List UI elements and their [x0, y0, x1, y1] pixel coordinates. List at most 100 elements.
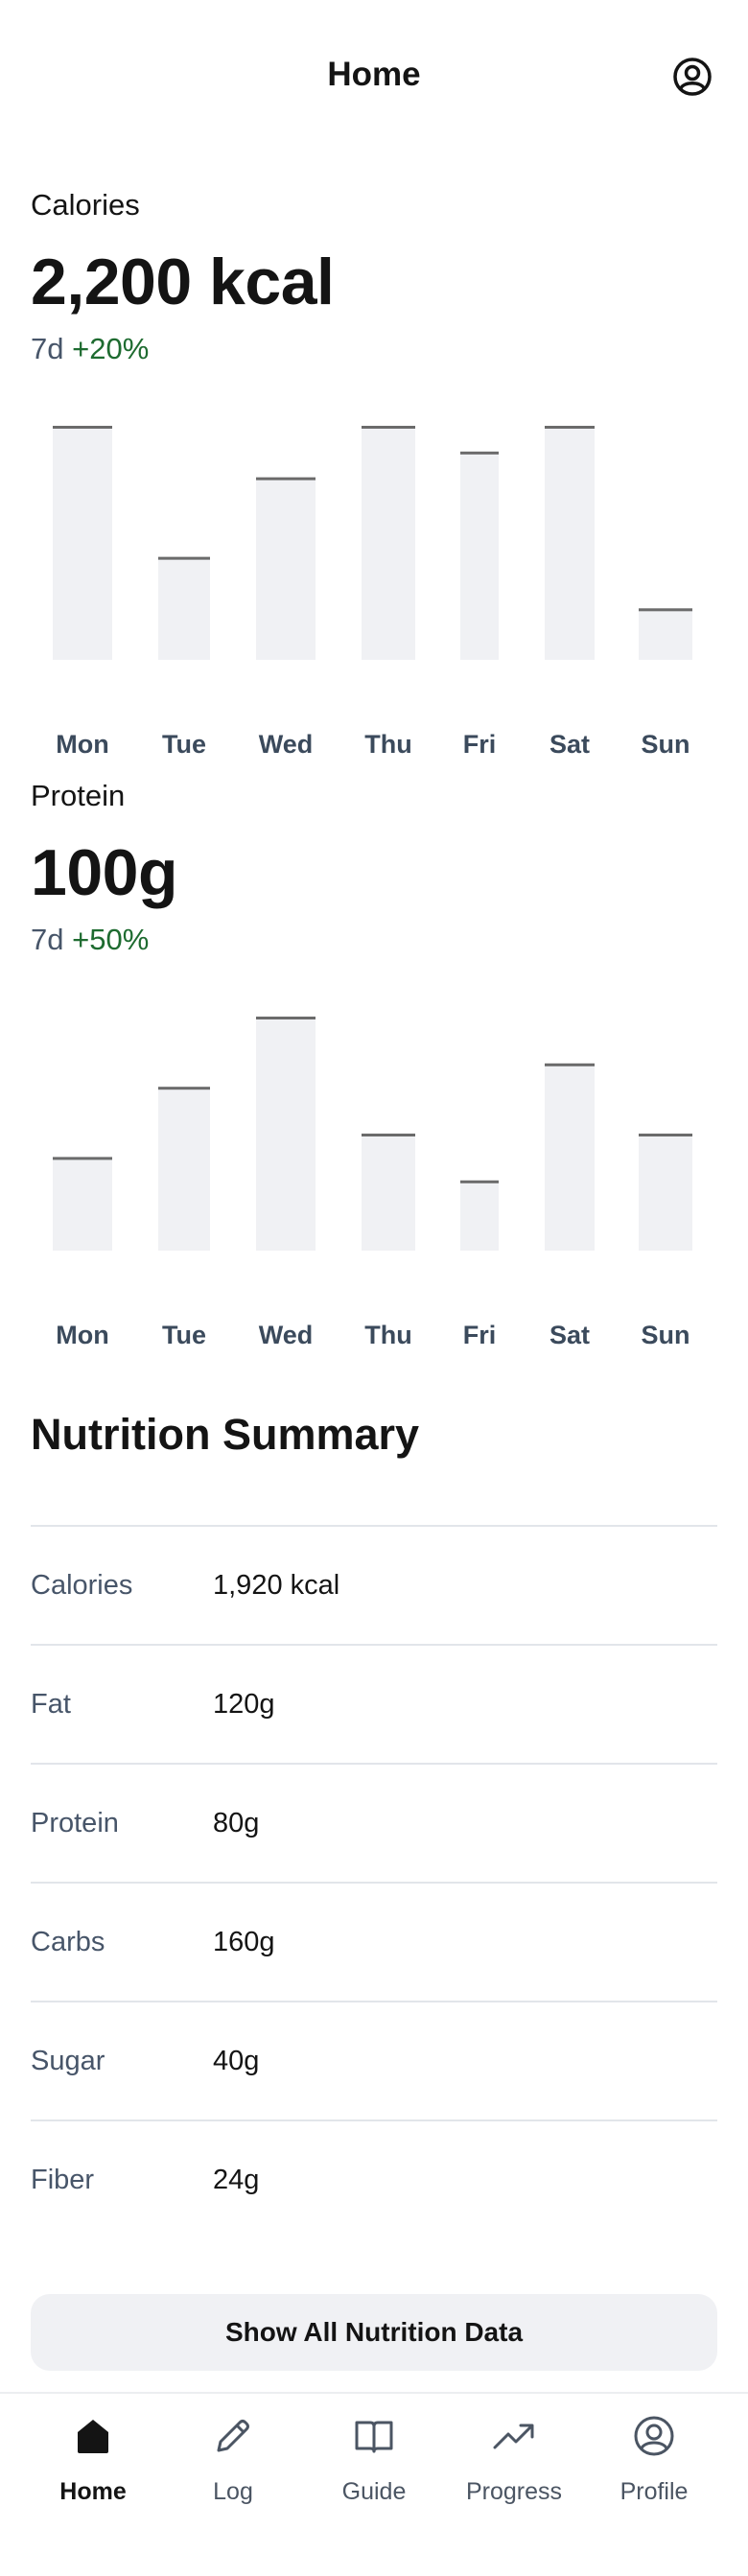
bar-cap-sun [639, 1134, 692, 1136]
profile-button[interactable] [671, 56, 713, 98]
tab-log-label: Log [213, 2478, 253, 2505]
bar-sat [545, 1063, 595, 1251]
bar-cap-sun [639, 608, 692, 612]
protein-x-axis: Mon Tue Wed Thu Fri Sat Sun [31, 1318, 717, 1352]
summary-row-label: Protein [31, 1808, 119, 1838]
summary-row: Calories 1,920 kcal [31, 1525, 717, 1644]
tab-log[interactable]: Log [166, 2413, 300, 2518]
trending-up-icon [493, 2424, 534, 2449]
tab-guide[interactable]: Guide [307, 2413, 441, 2518]
x-tick-label: Sun [641, 730, 690, 759]
protein-change-pct: +50% [72, 923, 150, 956]
bar-cap-tue [158, 556, 210, 560]
protein-change: 7d +50% [31, 921, 717, 959]
bar-cap-wed [256, 477, 316, 480]
bar-sun [639, 1134, 692, 1251]
x-tick-label: Fri [462, 1321, 497, 1349]
protein-value: 100g [31, 836, 178, 909]
bar-cap-fri [460, 1180, 499, 1183]
calories-value: 2,200 kcal [31, 246, 335, 318]
calories-change: 7d +20% [31, 330, 717, 368]
bar-wed [256, 477, 316, 660]
bar-thu [362, 426, 415, 660]
bar-cap-mon [53, 426, 112, 429]
x-tick-label: Fri [462, 730, 497, 759]
summary-row: Fat 120g [31, 1644, 717, 1763]
summary-row-label: Sugar [31, 2046, 105, 2076]
bar-tue [158, 1087, 210, 1251]
protein-label: Protein [31, 779, 126, 812]
tab-progress[interactable]: Progress [447, 2413, 581, 2518]
x-tick-label: Sat [549, 730, 591, 759]
summary-row-value: 120g [213, 1689, 275, 1720]
x-tick-label: Thu [364, 1321, 412, 1349]
summary-row-value: 24g [213, 2165, 260, 2195]
pencil-icon [217, 2420, 249, 2452]
tab-home[interactable]: Home [26, 2413, 160, 2518]
bar-cap-sat [545, 1063, 595, 1066]
bar-cap-sat [545, 426, 595, 429]
x-tick-label: Tue [162, 1321, 206, 1349]
x-tick-label: Thu [364, 730, 412, 759]
bar-cap-thu [362, 426, 415, 429]
summary-row-label: Fat [31, 1689, 71, 1720]
protein-metric: Protein 100g 7d +50% [31, 777, 717, 959]
protein-period: 7d [31, 923, 64, 956]
nutrition-summary-title: Nutrition Summary [31, 1410, 420, 1459]
home-icon [78, 2420, 108, 2453]
bar-fri [460, 451, 499, 660]
summary-row: Carbs 160g [31, 1882, 717, 2001]
summary-row: Fiber 24g [31, 2119, 717, 2238]
user-circle-icon [673, 58, 712, 96]
x-tick-label: Wed [258, 1321, 314, 1349]
protein-chart: Mon Tue Wed Thu Fri Sat Sun [31, 1013, 717, 1377]
bar-sun [639, 608, 692, 660]
tab-guide-label: Guide [341, 2478, 407, 2505]
x-tick-label: Tue [162, 730, 206, 759]
tab-home-label: Home [59, 2478, 127, 2505]
summary-row: Protein 80g [31, 1763, 717, 1882]
bar-fri [460, 1180, 499, 1251]
bar-cap-tue [158, 1087, 210, 1090]
page-title: Home [327, 56, 421, 93]
top-app-bar: Home [0, 0, 748, 150]
summary-row-value: 80g [213, 1808, 260, 1838]
calories-change-pct: +20% [72, 332, 150, 365]
tab-progress-label: Progress [465, 2478, 563, 2505]
user-circle-icon [634, 2416, 674, 2456]
show-all-nutrition-button[interactable]: Show All Nutrition Data [31, 2294, 717, 2371]
bottom-tab-bar: Home Log Guide Progress Profile [0, 2392, 748, 2576]
bar-wed [256, 1017, 316, 1251]
x-tick-label: Wed [258, 730, 314, 759]
bar-mon [53, 426, 112, 660]
bar-sat [545, 426, 595, 660]
summary-row-value: 40g [213, 2046, 260, 2076]
bar-tue [158, 556, 210, 660]
bar-cap-wed [256, 1017, 316, 1019]
summary-row: Sugar 40g [31, 2001, 717, 2119]
bar-mon [53, 1157, 112, 1251]
bar-cap-thu [362, 1134, 415, 1136]
calories-period: 7d [31, 332, 64, 365]
x-tick-label: Mon [56, 1321, 109, 1349]
calories-chart: Mon Tue Wed Thu Fri Sat Sun [31, 422, 717, 786]
summary-row-label: Fiber [31, 2165, 95, 2195]
bar-thu [362, 1134, 415, 1251]
tab-profile-label: Profile [619, 2478, 689, 2505]
book-open-icon [355, 2421, 393, 2453]
x-tick-label: Mon [56, 730, 109, 759]
calories-metric: Calories 2,200 kcal 7d +20% [31, 186, 717, 368]
x-tick-label: Sat [549, 1321, 591, 1349]
tab-profile[interactable]: Profile [587, 2413, 721, 2518]
calories-label: Calories [31, 188, 140, 222]
summary-row-value: 1,920 kcal [213, 1570, 340, 1601]
bar-cap-fri [460, 451, 499, 455]
nutrition-summary-table: Calories 1,920 kcal Fat 120g Protein 80g Carbs… [31, 1525, 717, 2238]
summary-row-label: Calories [31, 1570, 133, 1601]
protein-bars [53, 1017, 692, 1251]
summary-row-value: 160g [213, 1927, 275, 1957]
x-tick-label: Sun [641, 1321, 690, 1349]
bar-cap-mon [53, 1157, 112, 1160]
calories-x-axis: Mon Tue Wed Thu Fri Sat Sun [31, 727, 717, 761]
summary-row-label: Carbs [31, 1927, 105, 1957]
